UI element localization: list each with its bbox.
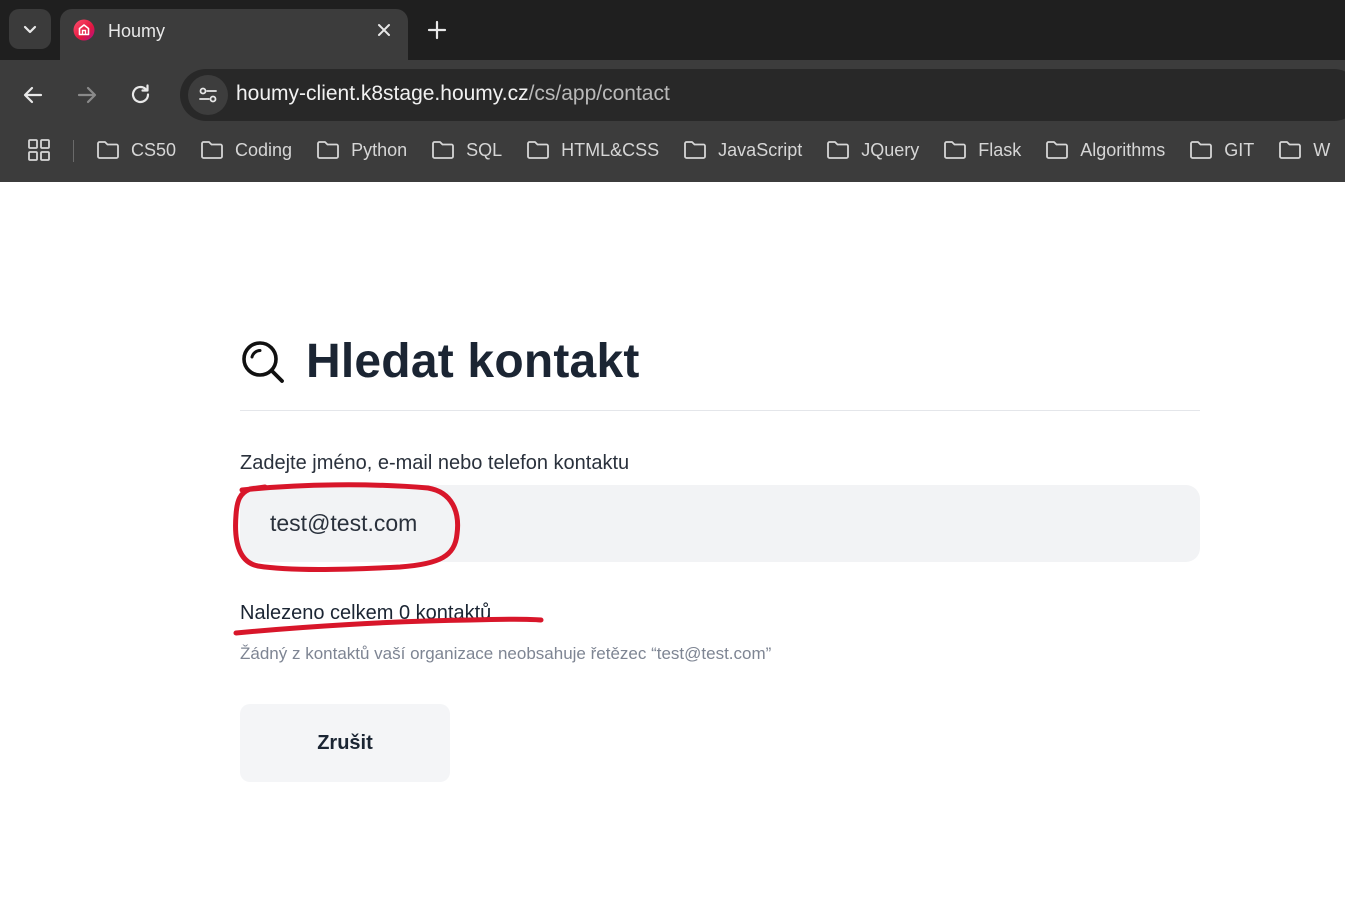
folder-icon: [1190, 141, 1213, 159]
browser-toolbar: houmy-client.k8stage.houmy.cz/cs/app/con…: [0, 60, 1345, 128]
folder-icon: [944, 141, 967, 159]
bookmark-list: CS50 Coding Python SQL HTML&CSS JavaScript JQu…: [96, 136, 1345, 164]
bookmark-label: JQuery: [861, 139, 920, 160]
forward-arrow-icon[interactable]: [74, 82, 100, 108]
bookmark-folder[interactable]: Coding: [200, 136, 292, 164]
bookmarks-bar: CS50 Coding Python SQL HTML&CSS JavaScript JQu…: [0, 128, 1345, 182]
folder-icon: [1279, 141, 1302, 159]
back-arrow-icon[interactable]: [20, 82, 46, 108]
page-heading: Hledat kontakt: [240, 334, 640, 389]
url-path: /cs/app/contact: [528, 82, 670, 105]
tab-title: Houmy: [108, 21, 166, 41]
tab-strip: Houmy: [0, 0, 1345, 60]
url-host: houmy-client.k8stage.houmy.cz: [236, 82, 529, 105]
address-bar[interactable]: houmy-client.k8stage.houmy.cz/cs/app/con…: [180, 69, 1345, 121]
bookmark-folder[interactable]: GIT: [1189, 136, 1254, 164]
url-text: houmy-client.k8stage.houmy.cz/cs/app/con…: [236, 82, 670, 106]
bookmark-folder[interactable]: SQL: [431, 136, 502, 164]
bookmark-label: SQL: [466, 139, 503, 160]
search-input[interactable]: [240, 485, 1200, 562]
heading-divider: [240, 410, 1200, 411]
folder-icon: [317, 141, 339, 159]
folder-icon: [97, 141, 119, 159]
apps-grid-icon[interactable]: [27, 138, 51, 162]
bookmark-label: GIT: [1224, 139, 1255, 160]
tab-search-button[interactable]: [9, 9, 51, 49]
folder-icon: [432, 141, 455, 159]
bookmark-label: Coding: [235, 139, 293, 160]
site-info-button[interactable]: [188, 75, 228, 115]
browser-tab[interactable]: Houmy: [60, 9, 408, 60]
reload-icon[interactable]: [128, 82, 154, 108]
search-icon: [242, 340, 284, 383]
plus-icon[interactable]: [424, 17, 450, 43]
bookmark-label: Python: [351, 139, 408, 160]
bookmark-label: Flask: [978, 139, 1022, 160]
folder-icon: [1046, 141, 1069, 159]
bookmark-folder[interactable]: Algorithms: [1045, 136, 1165, 164]
page-title: Hledat kontakt: [306, 335, 640, 388]
bookmark-folder[interactable]: Python: [316, 136, 407, 164]
tune-icon: [199, 87, 217, 103]
folder-icon: [527, 141, 550, 159]
folder-icon: [201, 141, 223, 159]
chevron-down-icon: [23, 25, 37, 34]
result-count: Nalezeno celkem 0 kontaktů: [240, 602, 492, 624]
bookmark-label: HTML&CSS: [561, 139, 660, 160]
close-icon[interactable]: [374, 20, 394, 40]
bookmark-folder[interactable]: CS50: [96, 136, 176, 164]
bookmark-folder[interactable]: JQuery: [826, 136, 919, 164]
bookmark-folder[interactable]: HTML&CSS: [526, 136, 659, 164]
bookmarks-separator: [73, 140, 74, 162]
bookmark-folder[interactable]: W: [1278, 136, 1330, 164]
bookmark-label: CS50: [131, 139, 177, 160]
search-label: Zadejte jméno, e-mail nebo telefon konta…: [240, 452, 630, 474]
folder-icon: [827, 141, 850, 159]
bookmark-label: W: [1313, 139, 1331, 160]
bookmark-label: JavaScript: [718, 139, 803, 160]
bookmark-label: Algorithms: [1080, 139, 1166, 160]
bookmark-folder[interactable]: JavaScript: [683, 136, 802, 164]
houmy-logo-icon: [73, 19, 95, 41]
cancel-button[interactable]: Zrušit: [240, 704, 450, 782]
folder-icon: [684, 141, 707, 159]
bookmark-folder[interactable]: Flask: [943, 136, 1021, 164]
result-note: Žádný z kontaktů vaší organizace neobsah…: [240, 644, 772, 663]
